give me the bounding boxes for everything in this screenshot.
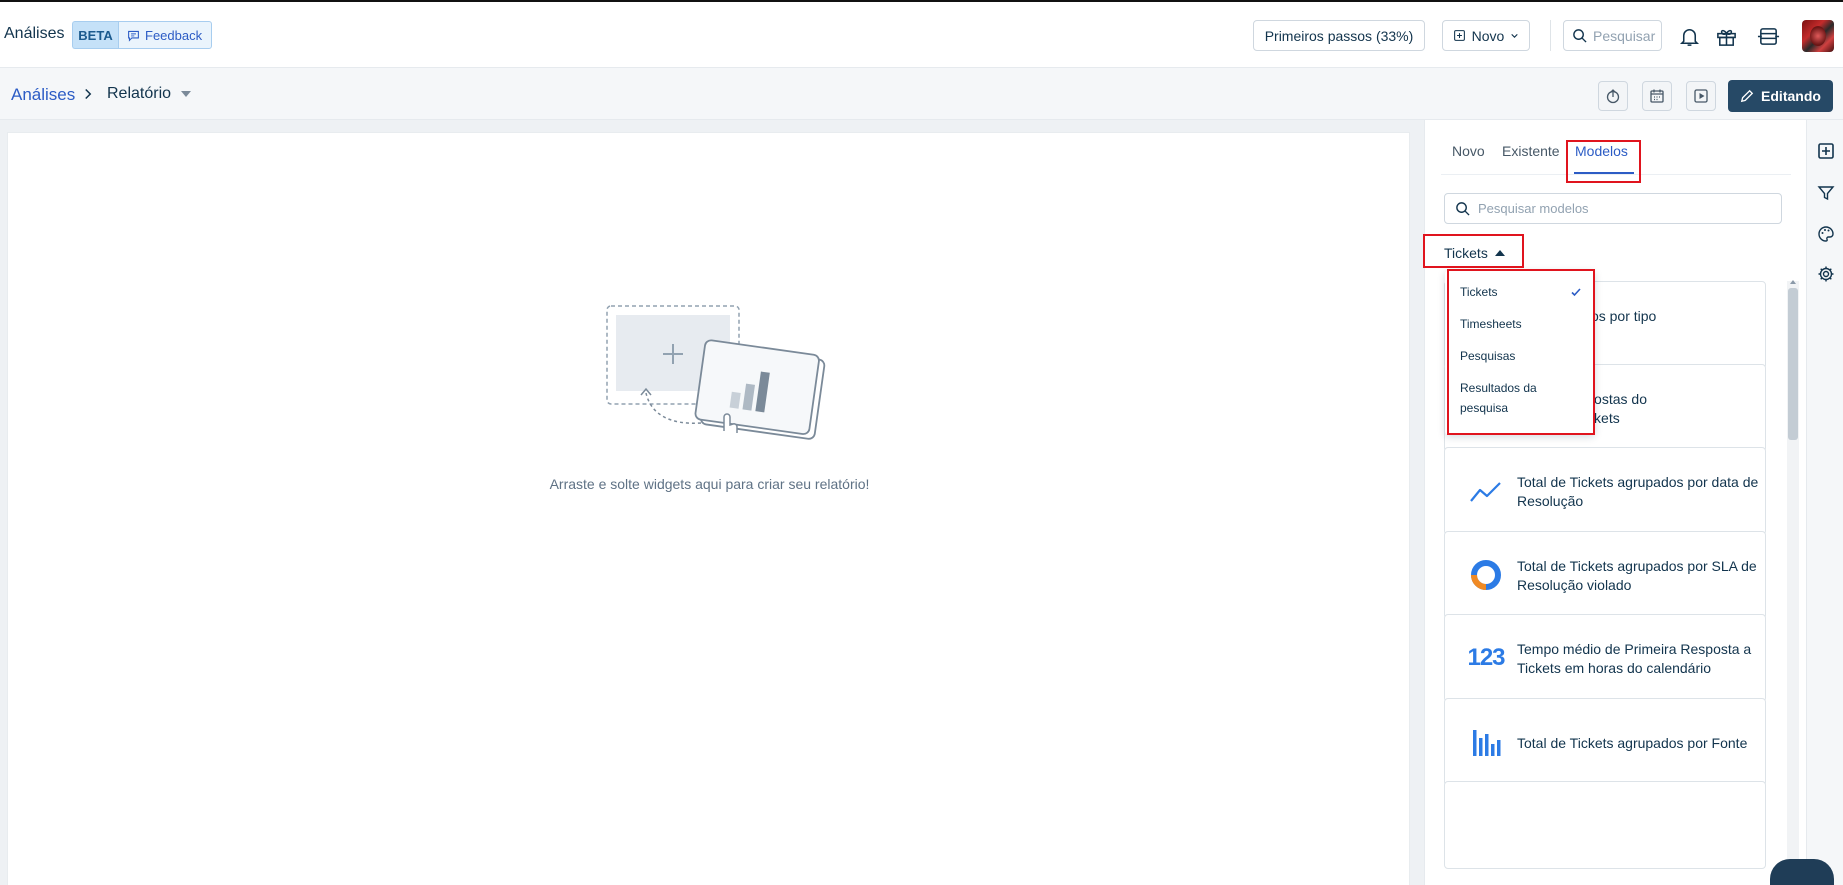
primeiros-passos-label: Primeiros passos (33%): [1264, 27, 1414, 44]
template-card-title: Total de Tickets agrupados por data de R…: [1517, 474, 1759, 509]
gear-icon[interactable]: [1815, 263, 1837, 285]
gift-icon[interactable]: [1713, 23, 1739, 49]
search-icon: [1573, 29, 1587, 43]
scrollbar-thumb[interactable]: [1788, 288, 1798, 440]
template-card[interactable]: Total de Tickets agrupados por SLA de Re…: [1444, 531, 1766, 619]
widget-panel: Novo Existente Modelos Pesquisar modelos…: [1424, 120, 1806, 885]
right-tool-rail: [1806, 120, 1843, 885]
chevron-down-icon: [1511, 33, 1519, 38]
schedule-button[interactable]: [1642, 81, 1672, 111]
drag-drop-illustration: [606, 305, 826, 440]
caret-down-icon: [181, 91, 192, 97]
number-icon-text: 123: [1467, 644, 1505, 671]
app-title: Análises: [4, 25, 65, 42]
column-chart-icon: [1467, 723, 1505, 761]
search-icon: [1456, 202, 1470, 216]
beta-badge: BETA: [72, 21, 118, 49]
editing-label: Editando: [1761, 88, 1821, 104]
caret-up-icon: [1494, 250, 1505, 256]
novo-label: Novo: [1471, 27, 1505, 44]
scroll-up-arrow-icon[interactable]: [1790, 280, 1796, 284]
template-card[interactable]: [1444, 781, 1766, 869]
presentation-button[interactable]: [1686, 81, 1716, 111]
category-dropdown-toggle[interactable]: Tickets: [1444, 245, 1505, 261]
category-selected-label: Tickets: [1444, 245, 1488, 261]
tab-modelos[interactable]: Modelos: [1575, 143, 1628, 159]
number-icon: 123: [1467, 639, 1505, 677]
template-card[interactable]: Total de Tickets agrupados por Fonte: [1444, 698, 1766, 786]
report-toolbar: Análises Relatório Editando: [0, 68, 1843, 120]
report-drop-zone[interactable]: Arraste e solte widgets aqui para criar …: [7, 132, 1410, 885]
template-card-title: Total de Tickets agrupados por SLA de Re…: [1517, 558, 1757, 593]
check-icon: [1571, 288, 1581, 297]
template-card-title: Total de Tickets agrupados por Fonte: [1517, 734, 1748, 751]
category-option-tickets[interactable]: Tickets: [1460, 282, 1580, 302]
tab-existente[interactable]: Existente: [1502, 143, 1560, 159]
empty-canvas-message: Arraste e solte widgets aqui para criar …: [549, 476, 870, 492]
breadcrumb-current: Relatório: [107, 85, 172, 102]
line-chart-icon: [1467, 472, 1505, 510]
category-dropdown-menu: Tickets Timesheets Pesquisas Resultados …: [1445, 270, 1595, 435]
pencil-icon: [1740, 89, 1754, 103]
add-widget-icon[interactable]: [1815, 140, 1837, 162]
play-icon: [1694, 89, 1708, 103]
feedback-button[interactable]: Feedback: [118, 21, 212, 49]
top-header: Análises BETA Feedback Primeiros passos …: [0, 2, 1843, 68]
panel-tabs: Novo Existente Modelos: [1425, 120, 1807, 175]
tab-novo[interactable]: Novo: [1452, 143, 1485, 159]
template-search-placeholder: Pesquisar modelos: [1478, 201, 1589, 216]
breadcrumb-analises-link[interactable]: Análises: [11, 85, 75, 105]
message-icon: [128, 30, 139, 42]
template-search-input[interactable]: Pesquisar modelos: [1444, 193, 1782, 224]
tabs-divider: [1441, 174, 1791, 175]
report-name-dropdown[interactable]: Relatório: [107, 85, 192, 103]
chevron-right-icon: [85, 88, 92, 100]
template-card[interactable]: 123 Tempo médio de Primeira Resposta a T…: [1444, 614, 1766, 702]
product-switcher-icon[interactable]: [1755, 23, 1781, 49]
export-icon: [1606, 89, 1620, 104]
donut-chart-icon: [1467, 556, 1505, 594]
feedback-label: Feedback: [145, 27, 203, 43]
calendar-icon: [1650, 89, 1664, 103]
user-avatar[interactable]: [1802, 20, 1834, 52]
novo-button[interactable]: Novo: [1442, 20, 1530, 51]
chat-widget-button[interactable]: [1770, 859, 1834, 885]
template-card[interactable]: Total de Tickets agrupados por data de R…: [1444, 447, 1766, 535]
bell-icon[interactable]: [1676, 23, 1702, 49]
category-option-resultados-pesquisa[interactable]: Resultados da pesquisa: [1460, 378, 1580, 418]
header-divider: [1550, 20, 1551, 51]
palette-icon[interactable]: [1815, 223, 1837, 245]
plus-square-icon: [1453, 30, 1465, 41]
category-option-pesquisas[interactable]: Pesquisas: [1460, 346, 1580, 366]
editing-button[interactable]: Editando: [1728, 80, 1833, 112]
global-search-input[interactable]: Pesquisar: [1563, 20, 1662, 51]
share-button[interactable]: [1598, 81, 1628, 111]
category-option-timesheets[interactable]: Timesheets: [1460, 314, 1580, 334]
template-card-title: Tempo médio de Primeira Resposta a Ticke…: [1517, 641, 1752, 676]
primeiros-passos-button[interactable]: Primeiros passos (33%): [1253, 20, 1425, 51]
global-search-placeholder: Pesquisar: [1593, 27, 1656, 44]
report-canvas-area: Arraste e solte widgets aqui para criar …: [0, 120, 1424, 885]
filter-icon[interactable]: [1815, 182, 1837, 204]
